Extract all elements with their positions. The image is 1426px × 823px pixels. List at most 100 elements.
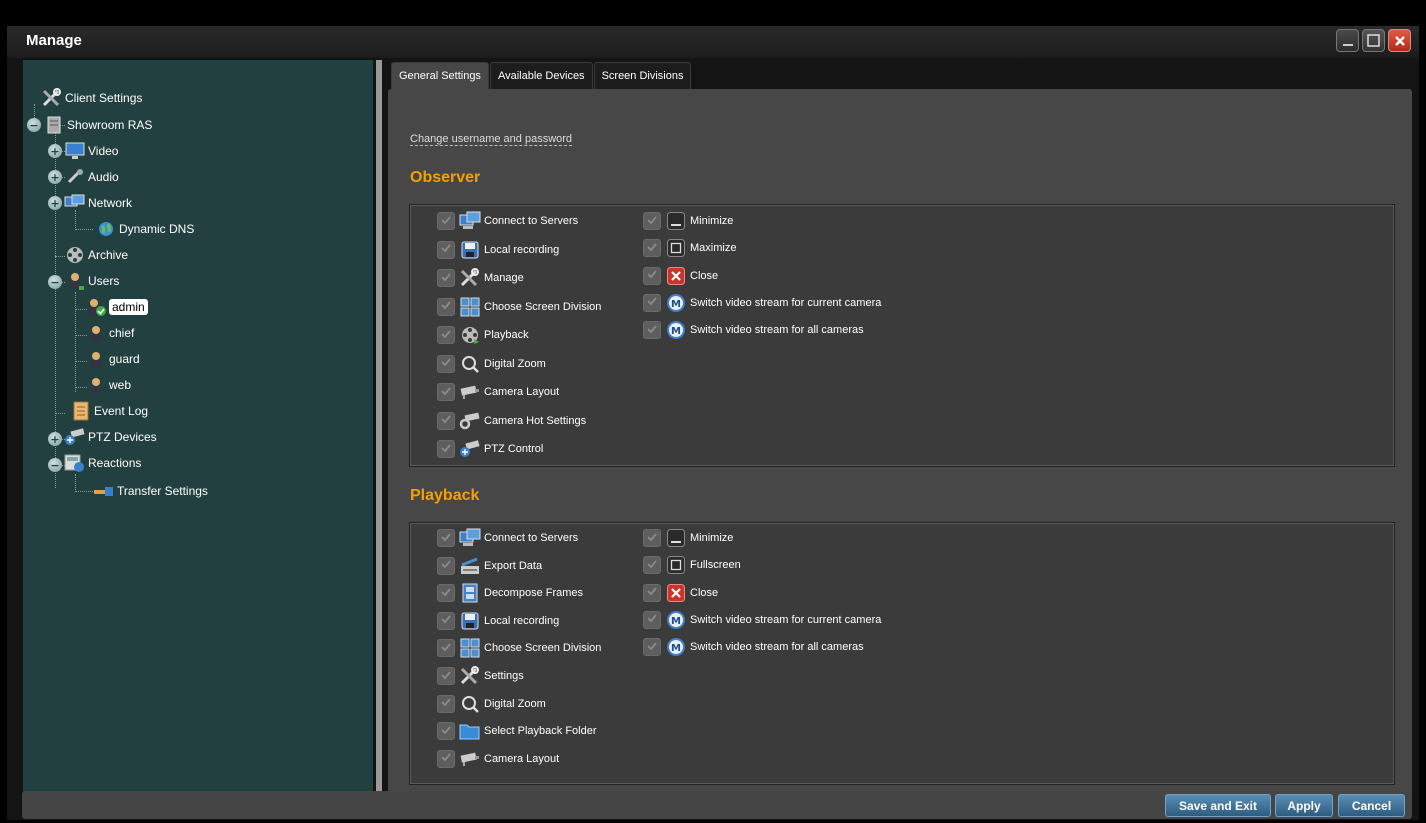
permission-label: Choose Screen Division	[484, 300, 602, 313]
permission-checkbox[interactable]	[437, 667, 455, 685]
tree-item-users[interactable]: Users	[64, 270, 119, 292]
permission-label: Select Playback Folder	[484, 725, 597, 738]
permission-label: Connect to Servers	[484, 532, 579, 544]
tree-item-reactions[interactable]: Reactions	[64, 452, 141, 474]
checkmark-icon	[440, 442, 452, 457]
collapse-users-toggle[interactable]: −	[48, 275, 62, 289]
minimize-icon	[1342, 43, 1353, 46]
collapse-reactions-toggle[interactable]: −	[48, 458, 62, 472]
permission-label: Choose Screen Division	[484, 642, 602, 655]
minimize-icon	[665, 528, 687, 548]
checkmark-icon	[440, 385, 452, 400]
save-and-exit-button[interactable]: Save and Exit	[1165, 794, 1271, 817]
permission-item: Connect to Servers	[437, 210, 578, 232]
maximize-window-button[interactable]	[1362, 29, 1385, 52]
permission-item: Fullscreen	[643, 554, 741, 576]
permission-label: Close	[690, 586, 719, 599]
panel-splitter[interactable]	[376, 60, 382, 802]
permission-checkbox[interactable]	[437, 383, 455, 401]
permission-checkbox[interactable]	[437, 354, 455, 373]
checkmark-icon	[440, 531, 452, 546]
permission-label: Camera Hot Settings	[484, 414, 587, 427]
permission-checkbox[interactable]	[643, 212, 661, 230]
tab-screen-divisions[interactable]: Screen Divisions	[593, 62, 692, 89]
minimize-window-button[interactable]	[1336, 29, 1359, 52]
permission-checkbox[interactable]	[437, 326, 455, 344]
close-window-button[interactable]	[1388, 29, 1411, 52]
collapse-network-toggle[interactable]: +	[48, 196, 62, 210]
tree-item-audio[interactable]: Audio	[64, 166, 119, 188]
permission-label: Close	[690, 269, 719, 282]
tree-item-ptz-devices[interactable]: PTZ Devices	[64, 426, 157, 448]
maximize-icon	[1367, 34, 1380, 47]
permission-checkbox[interactable]	[643, 638, 661, 657]
checkmark-icon	[646, 323, 658, 338]
permission-checkbox[interactable]	[437, 584, 455, 603]
tree-item-admin[interactable]: admin	[85, 296, 148, 318]
checkmark-icon	[440, 558, 452, 573]
permission-label: Local recording	[484, 243, 560, 256]
permission-checkbox[interactable]	[643, 293, 661, 312]
tree-item-chief[interactable]: chief	[85, 322, 134, 344]
permission-checkbox[interactable]	[437, 694, 455, 713]
tree-item-network[interactable]: Network	[64, 192, 132, 214]
permission-checkbox[interactable]	[643, 583, 661, 602]
reactions-icon	[64, 453, 86, 473]
tree-item-guard[interactable]: guard	[85, 348, 140, 370]
permission-checkbox[interactable]	[643, 239, 661, 258]
permission-item: Digital Zoom	[437, 693, 546, 715]
permission-checkbox[interactable]	[437, 722, 455, 741]
tree-item-dynamic-dns[interactable]: Dynamic DNS	[95, 218, 194, 240]
permission-checkbox[interactable]	[643, 610, 661, 629]
tab-general-settings[interactable]: General Settings	[391, 62, 489, 89]
stream-switch-icon: M	[665, 610, 687, 630]
cancel-button[interactable]: Cancel	[1338, 794, 1405, 817]
permission-item: M Switch video stream for current camera	[643, 609, 881, 631]
tree-item-transfer-settings[interactable]: Transfer Settings	[93, 480, 208, 502]
permission-checkbox[interactable]	[643, 556, 661, 575]
permission-checkbox[interactable]	[643, 529, 661, 547]
permission-label: Camera Layout	[484, 386, 560, 398]
permission-checkbox[interactable]	[437, 240, 455, 259]
maximize-icon	[665, 238, 687, 258]
permission-item: Camera Layout	[437, 381, 559, 403]
permission-item: PTZ Control	[437, 438, 543, 460]
window-title: Manage	[26, 32, 82, 49]
checkmark-icon	[440, 299, 452, 314]
permission-checkbox[interactable]	[437, 529, 455, 547]
permission-checkbox[interactable]	[437, 556, 455, 575]
tree-item-client-settings[interactable]: Client Settings	[41, 87, 142, 109]
apply-button[interactable]: Apply	[1275, 794, 1333, 817]
tab-available-devices[interactable]: Available Devices	[489, 62, 593, 89]
permission-checkbox[interactable]	[437, 212, 455, 230]
permission-checkbox[interactable]	[437, 749, 455, 768]
permission-item: M Switch video stream for all cameras	[643, 636, 864, 658]
permission-checkbox[interactable]	[437, 611, 455, 630]
tree-item-event-log[interactable]: Event Log	[70, 400, 148, 422]
tree-item-showroom-ras[interactable]: Showroom RAS	[43, 114, 152, 136]
permission-checkbox[interactable]	[643, 266, 661, 285]
expand-video-toggle[interactable]: +	[48, 144, 62, 158]
expand-audio-toggle[interactable]: +	[48, 170, 62, 184]
permission-label: Switch video stream for current camera	[690, 296, 882, 309]
permission-item: Choose Screen Division	[437, 296, 601, 318]
ptz-camera-icon	[64, 427, 86, 447]
tree-item-web[interactable]: web	[85, 374, 131, 396]
svg-text:M: M	[671, 299, 681, 310]
permission-checkbox[interactable]	[437, 269, 455, 287]
general-settings-panel: Change username and password Observer Co…	[388, 89, 1412, 803]
permission-label: Local recording	[484, 614, 560, 627]
tree-item-archive[interactable]: Archive	[64, 244, 128, 266]
collapse-showroom-toggle[interactable]: −	[27, 118, 41, 132]
permission-checkbox[interactable]	[437, 411, 455, 430]
checkmark-icon	[440, 328, 452, 343]
change-credentials-link[interactable]: Change username and password	[410, 133, 573, 146]
permission-checkbox[interactable]	[437, 440, 455, 458]
permission-checkbox[interactable]	[437, 297, 455, 316]
permission-item: Settings	[437, 665, 524, 687]
permission-checkbox[interactable]	[643, 321, 661, 340]
checkmark-icon	[646, 241, 658, 256]
permission-checkbox[interactable]	[437, 639, 455, 658]
tree-item-video[interactable]: Video	[64, 140, 118, 162]
expand-ptz-toggle[interactable]: +	[48, 432, 62, 446]
